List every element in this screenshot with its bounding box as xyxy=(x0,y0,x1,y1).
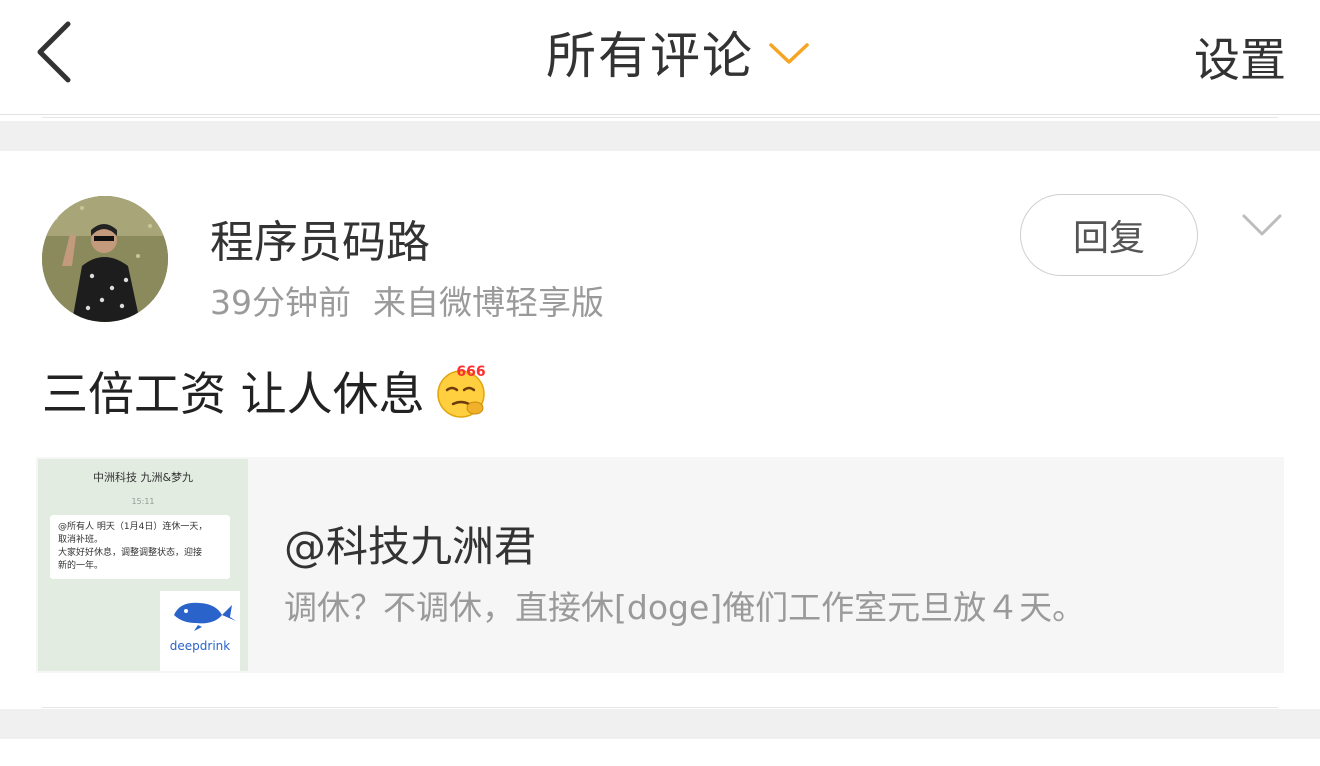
more-options-chevron-icon[interactable] xyxy=(1240,210,1284,240)
quoted-post-thumbnail: 中洲科技 九洲&梦九 15:11 @所有人 明天（1月4日）连休一天， 取消补班… xyxy=(38,459,248,671)
comment-filter-dropdown[interactable]: 所有评论 xyxy=(0,20,1320,85)
avatar[interactable] xyxy=(42,196,168,322)
reply-button[interactable]: 回复 xyxy=(1020,194,1198,276)
666-emoji-icon: 666 xyxy=(436,364,485,418)
quoted-post-user[interactable]: @科技九洲君 xyxy=(284,513,536,574)
username[interactable]: 程序员码路 xyxy=(210,206,430,270)
avatar-image xyxy=(42,196,168,322)
whale-icon xyxy=(174,602,236,631)
thumbnail-time: 15:11 xyxy=(131,497,155,506)
post-content: 三倍工资 让人休息 666 xyxy=(42,358,491,424)
post-source[interactable]: 来自微博轻享版 xyxy=(373,283,604,322)
quoted-post-text: 调休？不调休，直接休[doge]俺们工作室元旦放４天。 xyxy=(284,588,1086,627)
post-text: 三倍工资 让人休息 xyxy=(42,367,425,421)
emoji-label: 666 xyxy=(456,364,485,380)
divider xyxy=(42,707,1278,708)
page-title: 所有评论 xyxy=(546,27,754,85)
thumbnail-message: @所有人 明天（1月4日）连休一天， 取消补班。 大家好好休息，调整调整状态，迎… xyxy=(50,515,230,579)
thumbnail-chat-title: 中洲科技 九洲&梦九 xyxy=(92,471,194,484)
chevron-down-icon xyxy=(769,43,809,64)
post-meta: 39分钟前 来自微博轻享版 xyxy=(210,276,604,324)
quoted-post-card[interactable]: 中洲科技 九洲&梦九 15:11 @所有人 明天（1月4日）连休一天， 取消补班… xyxy=(36,457,1284,673)
section-separator xyxy=(0,709,1320,739)
logo-text: deepdrink xyxy=(169,639,231,653)
top-nav-bar: 所有评论 设置 xyxy=(0,0,1320,115)
section-separator xyxy=(0,121,1320,151)
comments-page: 所有评论 设置 程序员码路 39分钟前 来自微博轻享版 回复 三倍工资 让人休息… xyxy=(0,0,1320,766)
post-time: 39分钟前 xyxy=(210,283,351,322)
deepdrink-logo: deepdrink xyxy=(160,591,240,671)
settings-button[interactable]: 设置 xyxy=(1194,24,1286,90)
divider xyxy=(42,117,1278,118)
